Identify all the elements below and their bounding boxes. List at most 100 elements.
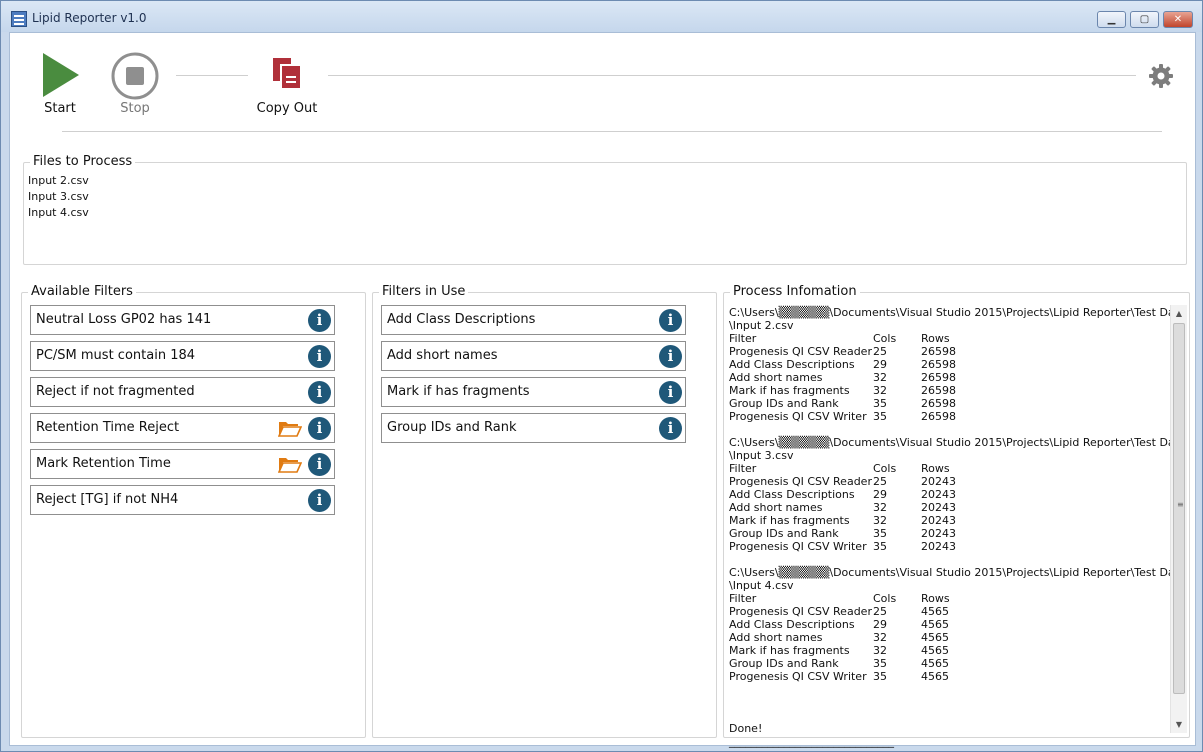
info-icon[interactable]: i xyxy=(659,417,682,440)
info-icon[interactable]: i xyxy=(308,309,331,332)
log-row: Add Class Descriptions 29 26598 xyxy=(729,358,956,371)
filters-in-use-panel: Filters in Use Add Class Descriptions i … xyxy=(372,284,717,738)
log-path: C:\Users\▒▒▒▒▒▒\Documents\Visual Studio … xyxy=(729,436,1186,449)
file-list[interactable]: Input 2.csv Input 3.csv Input 4.csv xyxy=(28,173,89,221)
log-path: \Input 3.csv xyxy=(729,449,794,462)
close-button[interactable]: ✕ xyxy=(1163,11,1193,28)
scroll-up-arrow-icon[interactable]: ▲ xyxy=(1171,305,1187,322)
process-log[interactable]: C:\Users\▒▒▒▒▒▒\Documents\Visual Studio … xyxy=(729,306,1186,748)
maximize-button[interactable]: ▢ xyxy=(1130,11,1159,28)
info-icon[interactable]: i xyxy=(308,489,331,512)
filter-label: Mark Retention Time xyxy=(36,456,171,471)
filter-item-reject-tg[interactable]: Reject [TG] if not NH4 i xyxy=(30,485,335,515)
app-window: Lipid Reporter v1.0 ▁ ▢ ✕ Start Stop Cop… xyxy=(0,0,1203,752)
filters-in-use-title: Filters in Use xyxy=(379,284,469,299)
app-list-icon xyxy=(11,11,27,27)
log-row: Progenesis QI CSV Writer 35 20243 xyxy=(729,540,956,553)
log-row: Progenesis QI CSV Reader 25 26598 xyxy=(729,345,956,358)
filter-item-add-class-descriptions[interactable]: Add Class Descriptions i xyxy=(381,305,686,335)
available-filters-title: Available Filters xyxy=(28,284,136,299)
info-icon[interactable]: i xyxy=(308,453,331,476)
gear-icon[interactable] xyxy=(1148,63,1174,89)
log-row: Group IDs and Rank 35 20243 xyxy=(729,527,956,540)
info-icon[interactable]: i xyxy=(659,381,682,404)
log-row: Add short names 32 26598 xyxy=(729,371,956,384)
main-panel: Start Stop Copy Out Files to Process Inp… xyxy=(9,32,1196,748)
vertical-scrollbar[interactable]: ▲ ≡ ▼ xyxy=(1170,305,1187,733)
filter-label: Group IDs and Rank xyxy=(387,420,517,435)
log-row: Add Class Descriptions 29 4565 xyxy=(729,618,949,631)
toolbar-separator xyxy=(62,131,1162,132)
log-row: Add short names 32 4565 xyxy=(729,631,949,644)
log-row: Mark if has fragments 32 26598 xyxy=(729,384,956,397)
stop-icon xyxy=(111,52,159,100)
log-separator: ______________________________ xyxy=(729,735,894,748)
filter-item-neutral-loss[interactable]: Neutral Loss GP02 has 141 i xyxy=(30,305,335,335)
filter-item-mark-if-has-fragments[interactable]: Mark if has fragments i xyxy=(381,377,686,407)
start-label: Start xyxy=(44,101,76,116)
log-header-row: Filter Cols Rows xyxy=(729,462,950,475)
filter-label: Add Class Descriptions xyxy=(387,312,536,327)
filter-item-mark-retention-time[interactable]: Mark Retention Time i xyxy=(30,449,335,479)
filter-label: PC/SM must contain 184 xyxy=(36,348,196,363)
filter-item-reject-not-fragmented[interactable]: Reject if not fragmented i xyxy=(30,377,335,407)
info-icon[interactable]: i xyxy=(659,345,682,368)
info-icon[interactable]: i xyxy=(659,309,682,332)
folder-open-icon[interactable] xyxy=(278,419,302,437)
files-to-process-title: Files to Process xyxy=(30,154,136,169)
stop-button[interactable]: Stop xyxy=(110,51,160,117)
scroll-grip-icon: ≡ xyxy=(1177,500,1184,509)
log-path: \Input 4.csv xyxy=(729,579,794,592)
filter-item-retention-time-reject[interactable]: Retention Time Reject i xyxy=(30,413,335,443)
log-path: C:\Users\▒▒▒▒▒▒\Documents\Visual Studio … xyxy=(729,306,1186,319)
log-done-text: Done! xyxy=(729,722,763,735)
start-button[interactable]: Start xyxy=(37,51,83,117)
filter-item-pc-sm[interactable]: PC/SM must contain 184 i xyxy=(30,341,335,371)
toolbar-divider xyxy=(328,75,1136,76)
window-title: Lipid Reporter v1.0 xyxy=(32,11,147,25)
filter-label: Retention Time Reject xyxy=(36,420,180,435)
log-row: Group IDs and Rank 35 4565 xyxy=(729,657,949,670)
log-row: Progenesis QI CSV Reader 25 4565 xyxy=(729,605,949,618)
info-icon[interactable]: i xyxy=(308,381,331,404)
minimize-button[interactable]: ▁ xyxy=(1097,11,1126,28)
log-path: \Input 2.csv xyxy=(729,319,794,332)
log-row: Mark if has fragments 32 20243 xyxy=(729,514,956,527)
log-row: Group IDs and Rank 35 26598 xyxy=(729,397,956,410)
copy-out-label: Copy Out xyxy=(256,101,318,116)
filter-item-add-short-names[interactable]: Add short names i xyxy=(381,341,686,371)
file-list-item[interactable]: Input 3.csv xyxy=(28,189,89,205)
log-path: C:\Users\▒▒▒▒▒▒\Documents\Visual Studio … xyxy=(729,566,1186,579)
log-header-row: Filter Cols Rows xyxy=(729,592,950,605)
info-icon[interactable]: i xyxy=(308,417,331,440)
folder-open-icon[interactable] xyxy=(278,455,302,473)
scroll-down-arrow-icon[interactable]: ▼ xyxy=(1171,716,1187,733)
process-information-title: Process Infomation xyxy=(730,284,860,299)
play-icon xyxy=(43,53,79,97)
file-list-item[interactable]: Input 2.csv xyxy=(28,173,89,189)
filter-label: Reject if not fragmented xyxy=(36,384,195,399)
scroll-thumb[interactable]: ≡ xyxy=(1173,323,1185,694)
log-row: Progenesis QI CSV Reader 25 20243 xyxy=(729,475,956,488)
filter-label: Reject [TG] if not NH4 xyxy=(36,492,179,507)
filter-item-group-ids-and-rank[interactable]: Group IDs and Rank i xyxy=(381,413,686,443)
copy-documents-icon xyxy=(273,58,300,88)
log-row: Add short names 32 20243 xyxy=(729,501,956,514)
log-header-row: Filter Cols Rows xyxy=(729,332,950,345)
filter-label: Mark if has fragments xyxy=(387,384,530,399)
files-to-process-panel[interactable]: Files to Process Input 2.csv Input 3.csv… xyxy=(23,154,1187,265)
filter-label: Add short names xyxy=(387,348,498,363)
log-row: Progenesis QI CSV Writer 35 26598 xyxy=(729,410,956,423)
log-row: Progenesis QI CSV Writer 35 4565 xyxy=(729,670,949,683)
info-icon[interactable]: i xyxy=(308,345,331,368)
copy-out-button[interactable]: Copy Out xyxy=(254,55,320,117)
title-bar[interactable]: Lipid Reporter v1.0 ▁ ▢ ✕ xyxy=(1,1,1202,32)
log-row: Add Class Descriptions 29 20243 xyxy=(729,488,956,501)
process-information-panel: Process Infomation C:\Users\▒▒▒▒▒▒\Docum… xyxy=(723,284,1190,748)
filter-label: Neutral Loss GP02 has 141 xyxy=(36,312,212,327)
toolbar-divider xyxy=(176,75,248,76)
stop-label: Stop xyxy=(120,101,150,116)
available-filters-panel: Available Filters Neutral Loss GP02 has … xyxy=(21,284,366,738)
file-list-item[interactable]: Input 4.csv xyxy=(28,205,89,221)
log-row: Mark if has fragments 32 4565 xyxy=(729,644,949,657)
